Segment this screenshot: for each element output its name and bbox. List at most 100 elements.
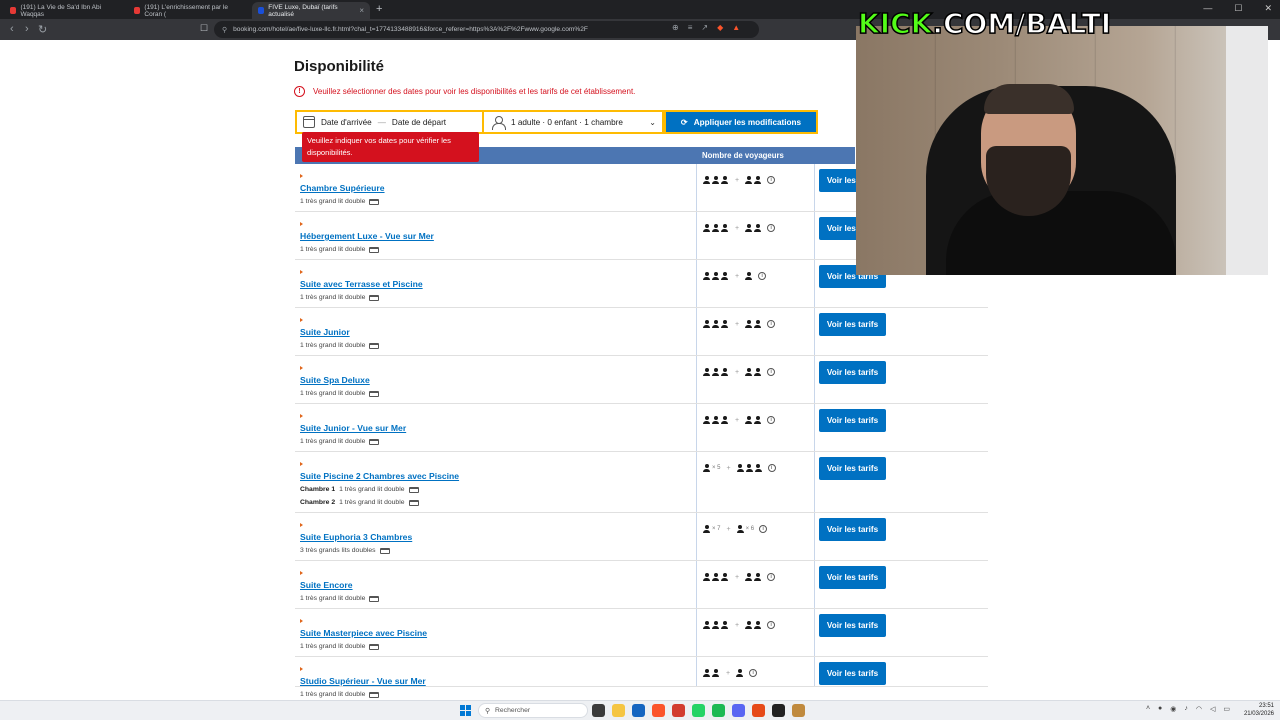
bed-text: 1 très grand lit double [339, 486, 405, 493]
guest-selector[interactable]: 1 adulte · 0 enfant · 1 chambre ⌄ [482, 110, 664, 134]
close-tab-icon[interactable]: × [359, 6, 364, 15]
info-icon[interactable]: i [767, 176, 776, 184]
tray-app-icon[interactable]: ● [1158, 705, 1162, 713]
browser-tab-2[interactable]: (191) L'enrichissement par le Coran ( [128, 2, 248, 19]
reader-icon[interactable]: ≡ [688, 23, 693, 32]
window-controls: — ☐ ✕ [1203, 3, 1272, 14]
info-icon[interactable]: i [758, 272, 767, 280]
address-bar-icons: ⊕ ≡ ↗ ◆ ▲ [672, 23, 740, 32]
info-icon[interactable]: i [767, 573, 776, 581]
browser-tab-1[interactable]: (191) La Vie de Sa'd Ibn Abi Waqqas [4, 2, 124, 19]
wifi-icon[interactable]: ◠ [1196, 705, 1202, 713]
whatsapp-icon[interactable] [692, 704, 705, 717]
occupancy-icons: + i [703, 320, 776, 328]
adult-icon [703, 272, 710, 280]
child-icon [745, 224, 753, 232]
minimize-icon[interactable]: — [1203, 3, 1212, 14]
file-explorer-icon[interactable] [612, 704, 625, 717]
app-icon[interactable] [752, 704, 765, 717]
occupancy-icons: + i [703, 224, 776, 232]
info-icon[interactable]: i [767, 621, 776, 629]
checkout-field[interactable]: Date de départ [392, 118, 446, 127]
volume-icon[interactable]: ◁ [1210, 705, 1215, 713]
browser-tab-3[interactable]: FIVE Luxe, Dubaï (tarifs actualisé × [252, 2, 370, 19]
checkin-field[interactable]: Date d'arrivée [321, 118, 372, 127]
spotify-icon[interactable] [712, 704, 725, 717]
taskbar-search[interactable]: ⚲ Rechercher [478, 703, 588, 718]
room-row: Suite Spa Deluxe 1 très grand lit double +… [295, 356, 988, 404]
room-name-link[interactable]: Suite Junior - Vue sur Mer [300, 423, 406, 433]
room-name-link[interactable]: Suite avec Terrasse et Piscine [300, 279, 423, 289]
bookmark-icon[interactable]: ☐ [200, 23, 208, 34]
mic-icon[interactable]: ♪ [1184, 705, 1188, 713]
battery-icon[interactable]: ▭ [1223, 705, 1230, 713]
adult-icon [721, 224, 728, 232]
share-icon[interactable]: ↗ [701, 23, 708, 32]
chrome-icon[interactable] [672, 704, 685, 717]
child-icon [754, 224, 762, 232]
room-name-link[interactable]: Suite Euphoria 3 Chambres [300, 532, 412, 542]
adult-multiplier: × 5 [712, 465, 721, 471]
room-name-link[interactable]: Hébergement Luxe - Vue sur Mer [300, 231, 434, 241]
kick-logo-text: KICK [857, 7, 933, 41]
info-icon[interactable]: i [767, 320, 776, 328]
see-prices-button[interactable]: Voir les tarifs [819, 313, 886, 336]
see-prices-button[interactable]: Voir les tarifs [819, 409, 886, 432]
brave-shield-icon[interactable]: ◆ [717, 23, 723, 32]
brave-rewards-icon[interactable]: ▲ [732, 23, 740, 32]
maximize-icon[interactable]: ☐ [1234, 3, 1242, 14]
info-icon[interactable]: i [749, 669, 758, 677]
see-prices-button[interactable]: Voir les tarifs [819, 361, 886, 384]
see-prices-button[interactable]: Voir les tarifs [819, 518, 886, 541]
plus-sign: + [735, 621, 740, 629]
info-icon[interactable]: i [767, 224, 776, 232]
close-window-icon[interactable]: ✕ [1264, 3, 1272, 14]
info-icon[interactable]: i [767, 464, 776, 472]
room-name-link[interactable]: Suite Junior [300, 327, 350, 337]
see-prices-button[interactable]: Voir les tarifs [819, 614, 886, 637]
occupancy-icons: + i [703, 176, 776, 184]
see-prices-button[interactable]: Voir les tarifs [819, 457, 886, 480]
brave-browser-icon[interactable] [652, 704, 665, 717]
capcut-icon[interactable] [772, 704, 785, 717]
store-icon[interactable] [632, 704, 645, 717]
child-icon [745, 416, 753, 424]
column-divider [696, 609, 697, 656]
room-name-link[interactable]: Studio Supérieur - Vue sur Mer [300, 676, 426, 686]
child-icon [736, 464, 744, 472]
windows-start-icon[interactable] [460, 705, 471, 716]
info-icon[interactable]: i [767, 416, 776, 424]
network-icon[interactable]: ◉ [1170, 705, 1176, 713]
bed-info: 1 très grand lit double [300, 643, 380, 650]
reload-icon[interactable]: ↻ [38, 23, 47, 36]
room-name-link[interactable]: Suite Spa Deluxe [300, 375, 370, 385]
forward-icon[interactable]: › [25, 23, 29, 35]
clock[interactable]: 23:51 21/03/2026 [1244, 702, 1274, 718]
kick-channel-logo: KICK.COM/BALTI [857, 7, 1112, 41]
info-icon[interactable]: i [759, 525, 768, 533]
tray-chevron-icon[interactable]: ˄ [1146, 705, 1150, 713]
room-name-link[interactable]: Suite Masterpiece avec Piscine [300, 628, 427, 638]
column-divider [696, 452, 697, 512]
task-view-icon[interactable] [592, 704, 605, 717]
back-icon[interactable]: ‹ [10, 23, 14, 35]
room-name-link[interactable]: Suite Piscine 2 Chambres avec Piscine [300, 471, 459, 481]
adult-icon [721, 272, 728, 280]
discord-icon[interactable] [732, 704, 745, 717]
apply-changes-button[interactable]: ⟳ Appliquer les modifications [664, 110, 818, 134]
site-info-icon[interactable]: ⚲ [222, 26, 227, 34]
see-prices-button[interactable]: Voir les tarifs [819, 566, 886, 589]
date-picker[interactable]: Date d'arrivée — Date de départ [295, 110, 482, 134]
room-name-link[interactable]: Suite Encore [300, 580, 353, 590]
column-divider [696, 657, 697, 686]
plus-sign: + [735, 368, 740, 376]
bed-text: 1 très grand lit double [300, 198, 366, 205]
zoom-icon[interactable]: ⊕ [672, 23, 679, 32]
new-tab-button[interactable]: + [376, 3, 382, 15]
child-icon [745, 368, 753, 376]
see-prices-button[interactable]: Voir les tarifs [819, 662, 886, 685]
kick-channel-path: .COM/BALTI [932, 7, 1112, 41]
room-name-link[interactable]: Chambre Supérieure [300, 183, 385, 193]
info-icon[interactable]: i [767, 368, 776, 376]
app-icon-2[interactable] [792, 704, 805, 717]
